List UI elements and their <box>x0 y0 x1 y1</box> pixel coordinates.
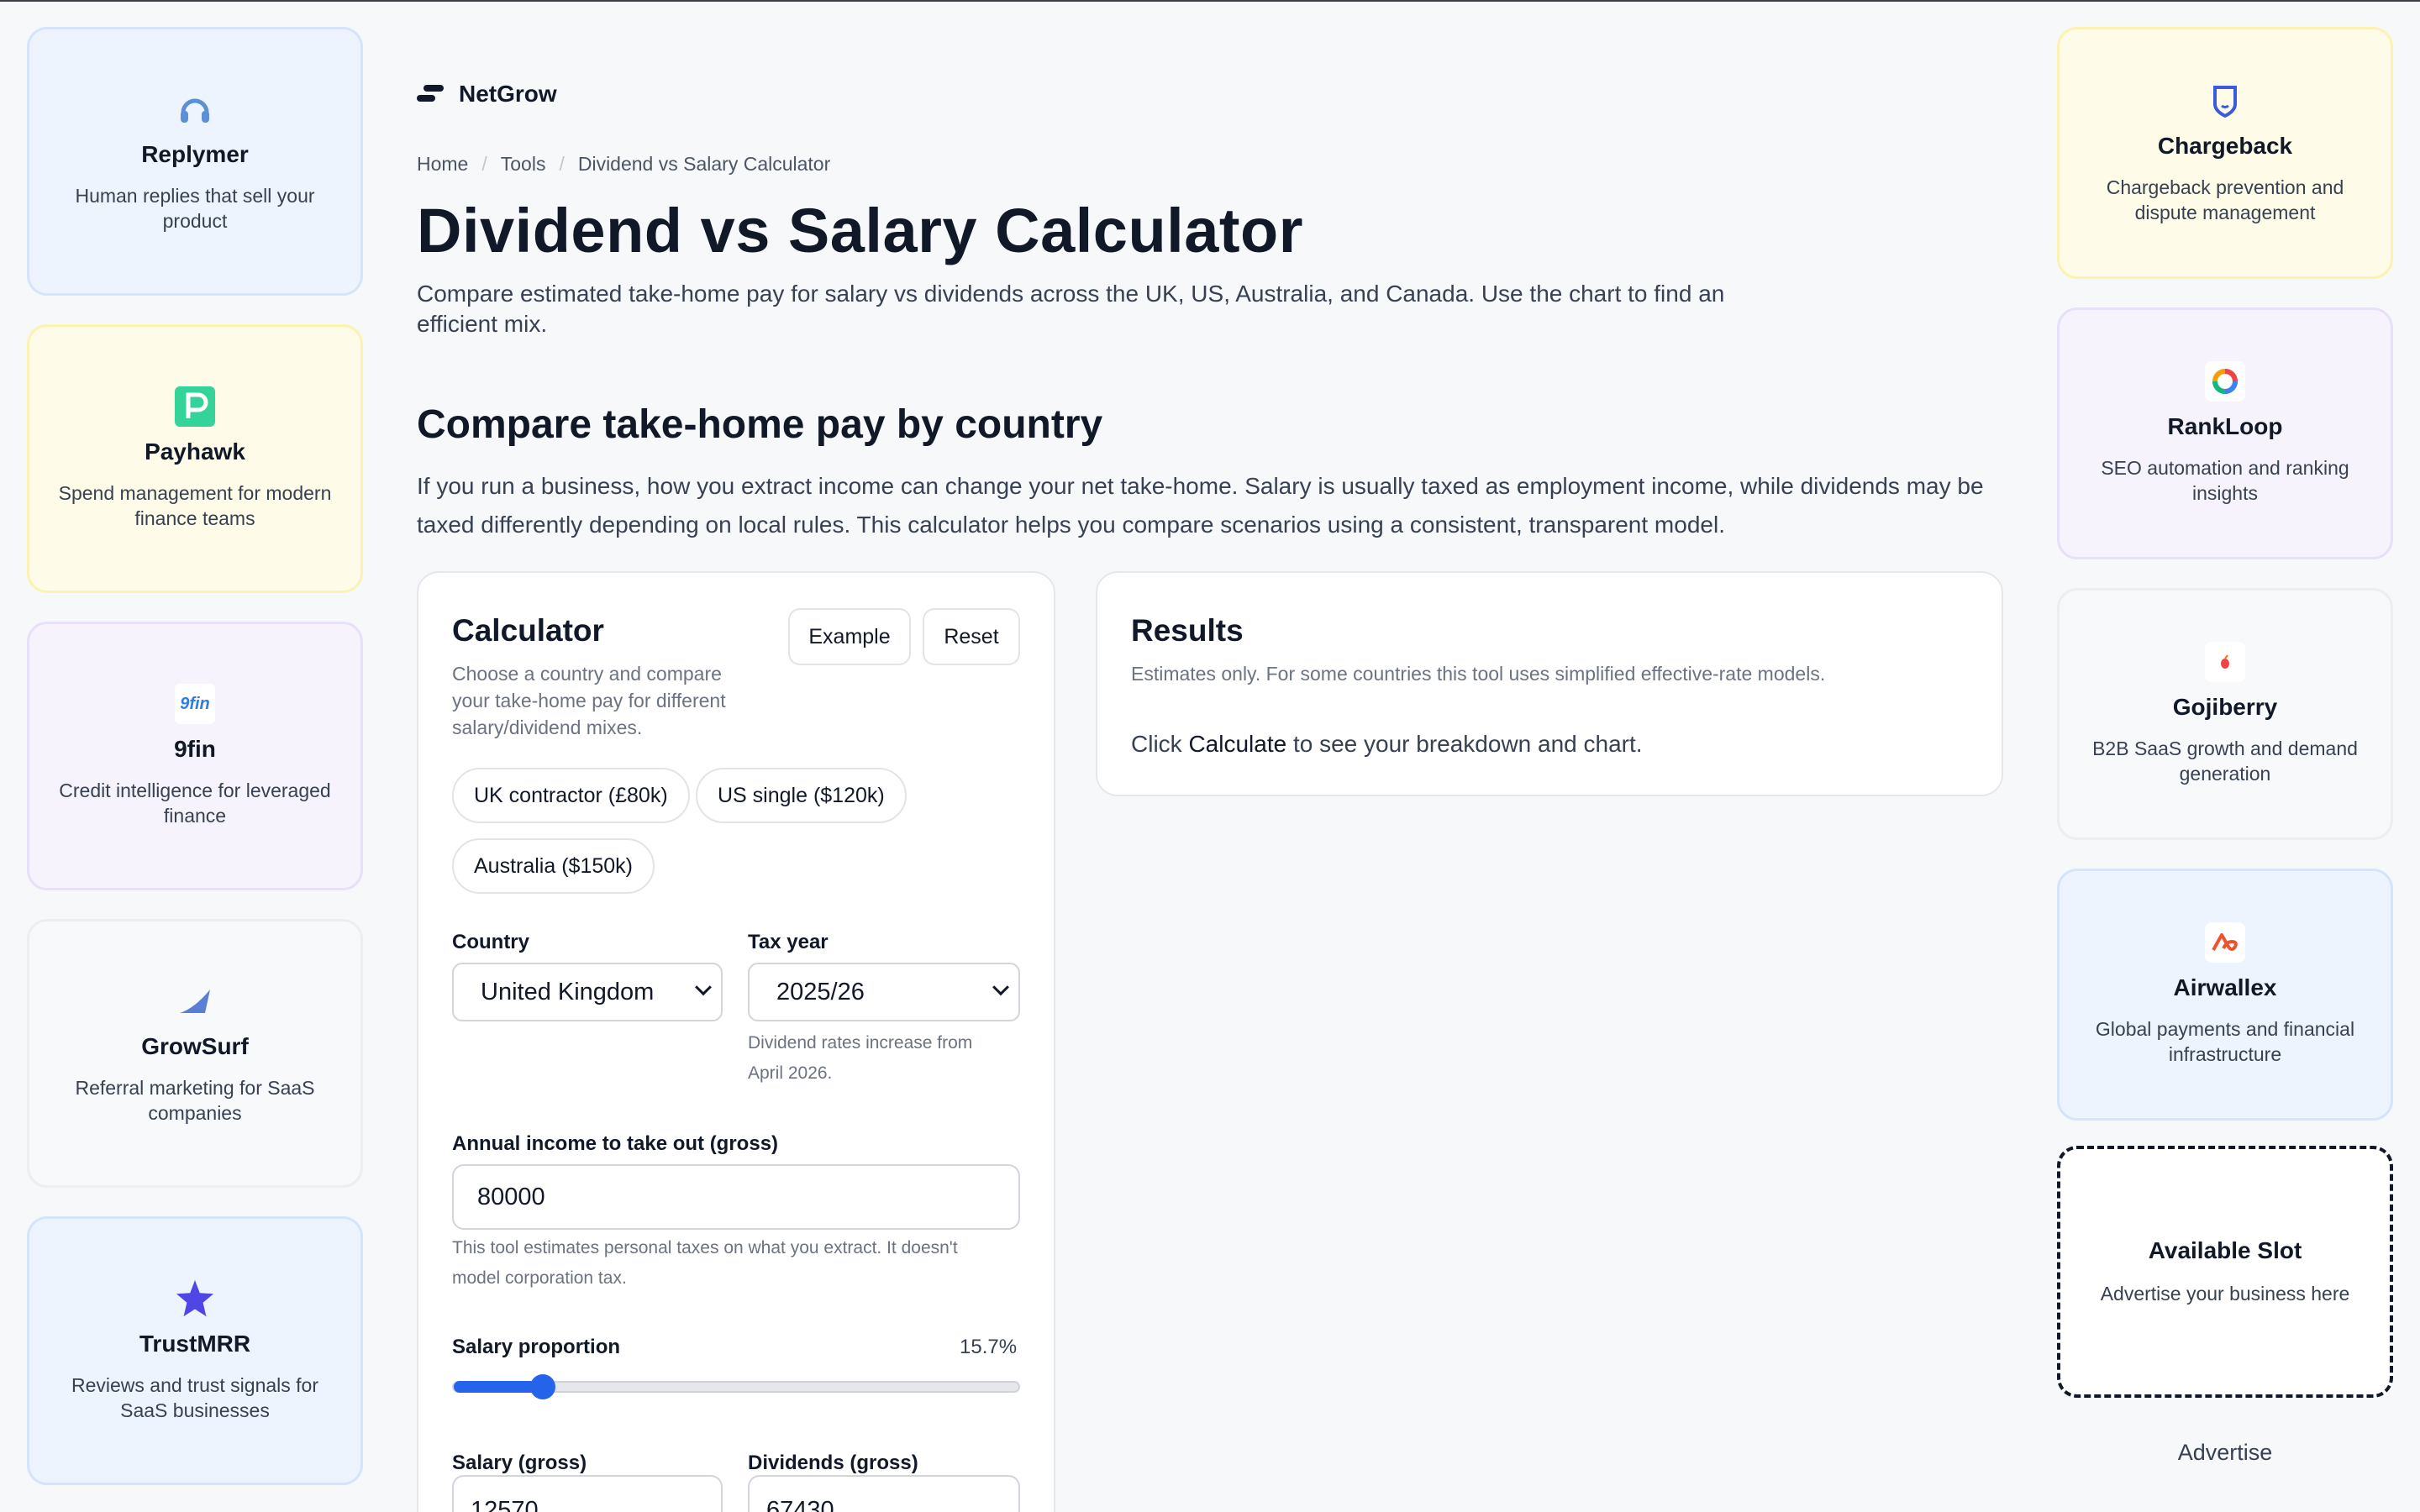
ad-card-airwallex[interactable]: Airwallex Global payments and financial … <box>2057 869 2393 1121</box>
salary-proportion-value: 15.7% <box>960 1336 1018 1358</box>
ad-title: 9fin <box>174 736 216 762</box>
calculator-subtitle: Choose a country and compare your take-h… <box>452 663 726 738</box>
calculate-link[interactable]: Calculate <box>1188 731 1286 757</box>
page-title: Dividend vs Salary Calculator <box>417 196 1304 265</box>
income-input[interactable]: 80000 <box>452 1164 1020 1230</box>
ad-card-trustmrr[interactable]: TrustMRR Reviews and trust signals for S… <box>27 1216 363 1485</box>
results-title: Results <box>1131 613 1244 648</box>
tax-year-label: Tax year <box>748 931 829 953</box>
ad-title: Chargeback <box>2157 133 2293 159</box>
results-subtitle: Estimates only. For some countries this … <box>1131 663 1826 685</box>
page-intro: Compare estimated take-home pay for sala… <box>417 281 1725 337</box>
income-hint: This tool estimates personal taxes on wh… <box>452 1238 958 1288</box>
ad-title: GrowSurf <box>141 1033 249 1059</box>
tax-year-select-value: 2025/26 <box>776 978 865 1005</box>
slot-description: Advertise your business here <box>2100 1283 2350 1305</box>
available-ad-slot[interactable]: Available Slot Advertise your business h… <box>2057 1146 2393 1398</box>
breadcrumb-home[interactable]: Home <box>417 153 468 176</box>
tax-year-select[interactable]: 2025/26 <box>748 963 1020 1021</box>
breadcrumb-tools[interactable]: Tools <box>501 153 546 176</box>
ad-description: SEO automation and ranking insights <box>2101 457 2349 504</box>
ad-card-rankloop[interactable]: RankLoop SEO automation and ranking insi… <box>2057 307 2393 559</box>
reset-button[interactable]: Reset <box>923 608 1020 665</box>
berry-icon <box>2205 642 2245 682</box>
ad-card-growsurf[interactable]: GrowSurf Referral marketing for SaaS com… <box>27 919 363 1188</box>
ad-description: Global payments and financial infrastruc… <box>2095 1018 2355 1065</box>
results-prompt-after: to see your breakdown and chart. <box>1286 731 1643 757</box>
ad-card-gojiberry[interactable]: Gojiberry B2B SaaS growth and demand gen… <box>2057 588 2393 840</box>
chevron-down-icon <box>992 979 1009 996</box>
preset-chip-us[interactable]: US single ($120k) <box>696 768 907 823</box>
ring-icon <box>2205 361 2245 402</box>
section-title: Compare take-home pay by country <box>417 402 1103 447</box>
shark-fin-icon <box>175 981 215 1021</box>
ad-title: Replymer <box>141 141 249 167</box>
dividends-label: Dividends (gross) <box>748 1452 918 1474</box>
income-label: Annual income to take out (gross) <box>452 1132 779 1155</box>
preset-chip-uk[interactable]: UK contractor (£80k) <box>452 768 690 823</box>
results-prompt: Click Calculate to see your breakdown an… <box>1131 731 1643 758</box>
ad-description: Chargeback prevention and dispute manage… <box>2106 176 2344 223</box>
ad-card-9fin[interactable]: 9fin 9fin Credit intelligence for levera… <box>27 622 363 890</box>
netgrow-logo-icon <box>417 83 445 105</box>
window-top-border <box>0 0 2420 2</box>
country-label: Country <box>452 931 529 953</box>
ad-title: Payhawk <box>145 438 245 465</box>
salary-proportion-label: Salary proportion <box>452 1336 621 1358</box>
country-select[interactable]: United Kingdom <box>452 963 723 1021</box>
country-select-value: United Kingdom <box>481 978 655 1005</box>
airwallex-logo-icon <box>2205 922 2245 963</box>
ad-description: Referral marketing for SaaS companies <box>75 1077 315 1124</box>
calculator-panel: Calculator Choose a country and compare … <box>417 571 1055 1512</box>
brand-name: NetGrow <box>459 81 557 107</box>
headphones-icon <box>175 89 215 129</box>
calculator-title: Calculator <box>452 613 604 648</box>
ad-card-chargeback[interactable]: Chargeback Chargeback prevention and dis… <box>2057 27 2393 279</box>
star-icon <box>175 1278 215 1319</box>
results-panel: Results Estimates only. For some countri… <box>1096 571 2003 796</box>
9fin-logo-text: 9fin <box>180 694 210 713</box>
ad-card-replymer[interactable]: Replymer Human replies that sell your pr… <box>27 27 363 296</box>
ad-card-payhawk[interactable]: Payhawk Spend management for modern fina… <box>27 324 363 593</box>
preset-chip-australia[interactable]: Australia ($150k) <box>452 838 655 894</box>
slot-title: Available Slot <box>2148 1237 2302 1263</box>
9fin-logo-icon: 9fin <box>175 684 215 724</box>
breadcrumb: Home / Tools / Dividend vs Salary Calcul… <box>417 153 830 176</box>
breadcrumb-separator: / <box>559 153 565 175</box>
ad-description: Reviews and trust signals for SaaS busin… <box>71 1374 318 1421</box>
salary-proportion-slider[interactable] <box>452 1374 1020 1399</box>
chevron-down-icon <box>695 979 712 996</box>
tax-year-hint: Dividend rates increase from April 2026. <box>748 1033 973 1083</box>
ad-title: Gojiberry <box>2172 694 2278 720</box>
dividends-input[interactable]: 67430 <box>748 1475 1020 1512</box>
slider-thumb[interactable] <box>529 1374 555 1399</box>
section-text: If you run a business, how you extract i… <box>417 473 1984 538</box>
ad-title: Airwallex <box>2173 974 2277 1000</box>
shield-icon <box>2205 81 2245 121</box>
breadcrumb-current: Dividend vs Salary Calculator <box>577 153 831 175</box>
ad-title: TrustMRR <box>139 1331 251 1357</box>
salary-input[interactable]: 12570 <box>452 1475 723 1512</box>
advertise-link[interactable]: Advertise <box>2057 1440 2393 1466</box>
breadcrumb-separator: / <box>481 153 487 175</box>
ad-title: RankLoop <box>2167 413 2283 439</box>
results-prompt-before: Click <box>1131 731 1189 757</box>
example-button[interactable]: Example <box>788 608 911 665</box>
ad-description: Spend management for modern finance team… <box>58 482 332 529</box>
ad-description: Human replies that sell your product <box>75 185 315 232</box>
slider-fill <box>454 1381 543 1393</box>
ad-description: B2B SaaS growth and demand generation <box>2092 738 2358 785</box>
brand[interactable]: NetGrow <box>417 81 557 108</box>
payhawk-logo-icon <box>175 386 215 427</box>
salary-label: Salary (gross) <box>452 1452 587 1474</box>
ad-description: Credit intelligence for leveraged financ… <box>59 780 331 827</box>
